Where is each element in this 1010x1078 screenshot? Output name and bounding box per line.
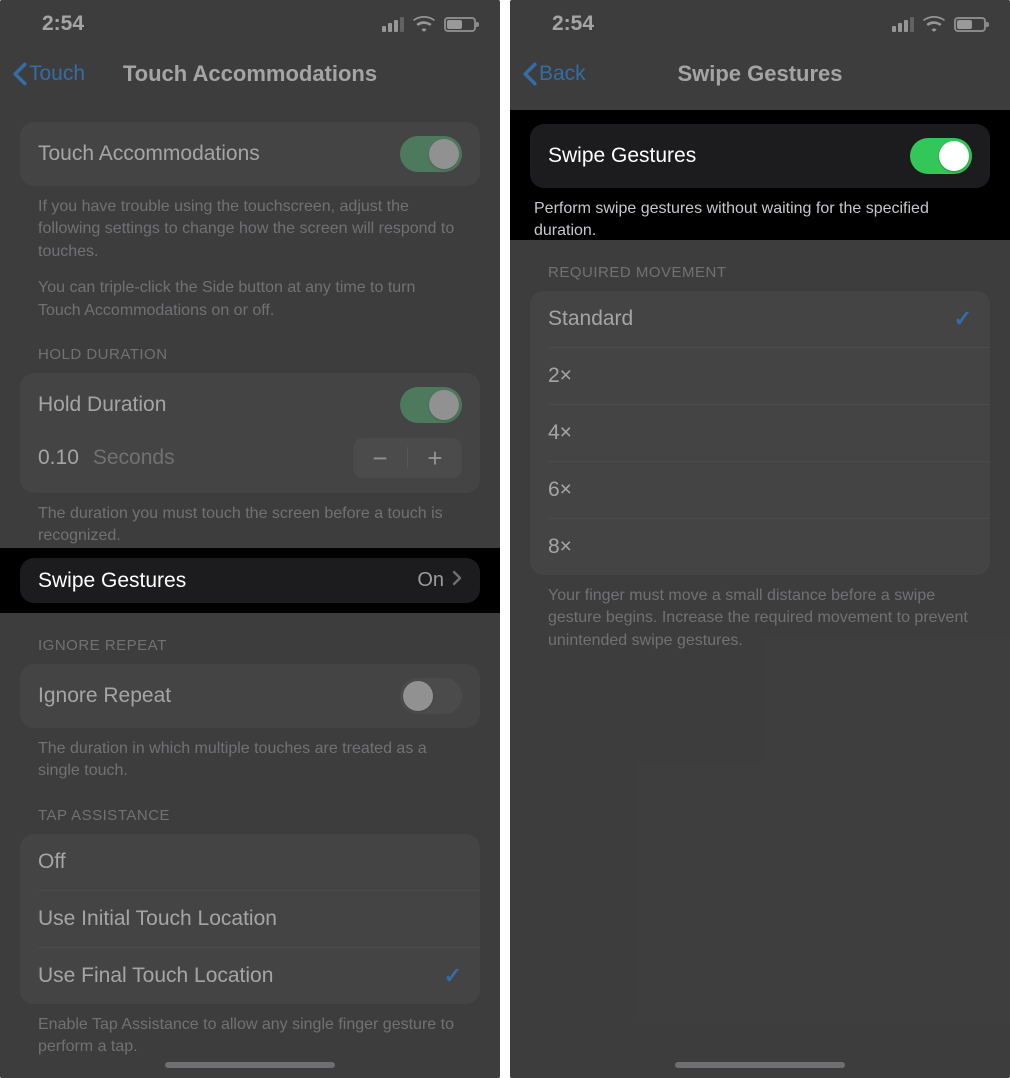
tap-assistance-off-label: Off bbox=[38, 850, 66, 874]
swipe-gestures-value: On bbox=[417, 569, 444, 592]
swipe-gestures-cell[interactable]: Swipe Gestures bbox=[530, 124, 990, 188]
tap-assistance-final-label: Use Final Touch Location bbox=[38, 964, 273, 988]
hold-duration-toggle[interactable] bbox=[400, 387, 462, 423]
touch-accommodations-toggle[interactable] bbox=[400, 136, 462, 172]
back-label: Touch bbox=[29, 62, 85, 86]
swipe-gestures-label: Swipe Gestures bbox=[548, 144, 696, 168]
ignore-repeat-note: The duration in which multiple touches a… bbox=[20, 728, 480, 783]
screenshot-swipe-gestures: 2:54 Back Swipe Gestures bbox=[510, 0, 1010, 1078]
screenshot-touch-accommodations: 2:54 Touch Touch Accommodations bbox=[0, 0, 500, 1078]
movement-standard[interactable]: Standard ✓ bbox=[530, 291, 990, 347]
hold-duration-cell[interactable]: Hold Duration bbox=[20, 373, 480, 437]
battery-icon bbox=[444, 17, 476, 32]
ignore-repeat-cell[interactable]: Ignore Repeat bbox=[20, 664, 480, 728]
swipe-gestures-toggle[interactable] bbox=[910, 138, 972, 174]
status-icons bbox=[892, 16, 986, 32]
required-movement-header: REQUIRED MOVEMENT bbox=[530, 240, 990, 291]
touch-accommodations-label: Touch Accommodations bbox=[38, 142, 260, 166]
hold-duration-label: Hold Duration bbox=[38, 393, 166, 417]
back-button[interactable]: Touch bbox=[12, 48, 85, 100]
status-bar: 2:54 bbox=[510, 0, 1010, 48]
page-title: Touch Accommodations bbox=[123, 61, 377, 87]
checkmark-icon: ✓ bbox=[954, 306, 972, 332]
movement-8x[interactable]: 8× bbox=[530, 519, 990, 575]
wifi-icon bbox=[413, 16, 435, 32]
nav-bar: Touch Touch Accommodations bbox=[0, 48, 500, 100]
tap-assistance-group: Off Use Initial Touch Location Use Final… bbox=[20, 834, 480, 1004]
ignore-repeat-toggle[interactable] bbox=[400, 678, 462, 714]
swipe-gestures-note: Perform swipe gestures without waiting f… bbox=[530, 188, 990, 243]
status-bar: 2:54 bbox=[0, 0, 500, 48]
nav-bar: Back Swipe Gestures bbox=[510, 48, 1010, 100]
movement-4x-label: 4× bbox=[548, 421, 572, 445]
hold-duration-note: The duration you must touch the screen b… bbox=[20, 493, 480, 548]
swipe-gestures-cell[interactable]: Swipe Gestures On bbox=[20, 558, 480, 603]
movement-6x[interactable]: 6× bbox=[530, 462, 990, 518]
checkmark-icon: ✓ bbox=[444, 963, 462, 989]
stepper-decrement[interactable]: − bbox=[353, 438, 407, 478]
stepper-increment[interactable]: + bbox=[408, 438, 462, 478]
hold-duration-value: 0.10 bbox=[38, 446, 79, 470]
home-indicator[interactable] bbox=[165, 1062, 335, 1068]
swipe-gestures-label: Swipe Gestures bbox=[38, 569, 186, 593]
tap-assistance-initial[interactable]: Use Initial Touch Location bbox=[20, 891, 480, 947]
movement-8x-label: 8× bbox=[548, 535, 572, 559]
movement-4x[interactable]: 4× bbox=[530, 405, 990, 461]
touch-accommodations-note-2: You can triple-click the Side button at … bbox=[20, 263, 480, 322]
hold-duration-value-row: 0.10 Seconds − + bbox=[20, 437, 480, 493]
hold-duration-unit: Seconds bbox=[93, 446, 175, 470]
status-time: 2:54 bbox=[552, 12, 594, 36]
touch-accommodations-cell[interactable]: Touch Accommodations bbox=[20, 122, 480, 186]
chevron-right-icon bbox=[452, 569, 462, 592]
hold-duration-stepper[interactable]: − + bbox=[353, 438, 462, 478]
ignore-repeat-header: IGNORE REPEAT bbox=[20, 613, 480, 664]
movement-2x[interactable]: 2× bbox=[530, 348, 990, 404]
cellular-signal-icon bbox=[382, 17, 404, 32]
tap-assistance-final[interactable]: Use Final Touch Location ✓ bbox=[20, 948, 480, 1004]
page-title: Swipe Gestures bbox=[677, 61, 842, 87]
tap-assistance-note: Enable Tap Assistance to allow any singl… bbox=[20, 1004, 480, 1059]
home-indicator[interactable] bbox=[675, 1062, 845, 1068]
tap-assistance-off[interactable]: Off bbox=[20, 834, 480, 890]
battery-icon bbox=[954, 17, 986, 32]
hold-duration-header: HOLD DURATION bbox=[20, 322, 480, 373]
wifi-icon bbox=[923, 16, 945, 32]
tap-assistance-header: TAP ASSISTANCE bbox=[20, 783, 480, 834]
cellular-signal-icon bbox=[892, 17, 914, 32]
back-button[interactable]: Back bbox=[522, 48, 586, 100]
back-label: Back bbox=[539, 62, 586, 86]
touch-accommodations-note-1: If you have trouble using the touchscree… bbox=[20, 186, 480, 263]
ignore-repeat-label: Ignore Repeat bbox=[38, 684, 171, 708]
tap-assistance-initial-label: Use Initial Touch Location bbox=[38, 907, 277, 931]
status-icons bbox=[382, 16, 476, 32]
status-time: 2:54 bbox=[42, 12, 84, 36]
movement-standard-label: Standard bbox=[548, 307, 633, 331]
required-movement-group: Standard ✓ 2× 4× 6× 8× bbox=[530, 291, 990, 575]
hold-duration-group: Hold Duration 0.10 Seconds − + bbox=[20, 373, 480, 493]
movement-6x-label: 6× bbox=[548, 478, 572, 502]
movement-2x-label: 2× bbox=[548, 364, 572, 388]
required-movement-note: Your finger must move a small distance b… bbox=[530, 575, 990, 652]
